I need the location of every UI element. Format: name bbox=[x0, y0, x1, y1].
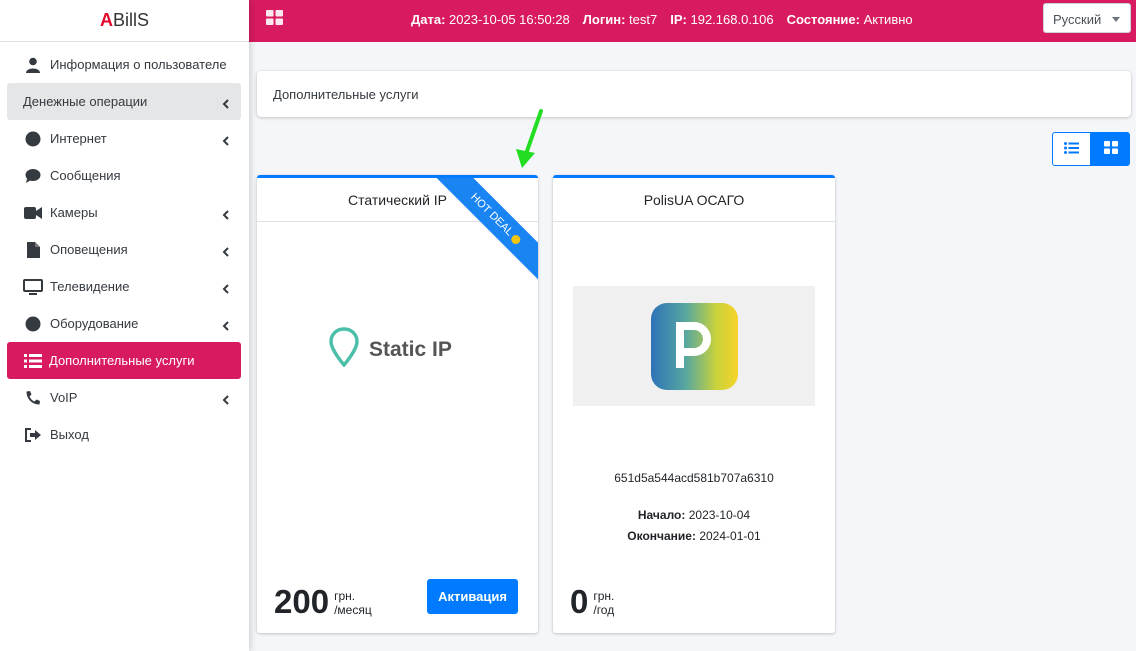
chevron-left-icon bbox=[222, 245, 229, 260]
top-navbar: Дата: 2023-10-05 16:50:28 Логин: test7 IP:… bbox=[249, 0, 1136, 42]
video-icon bbox=[23, 203, 43, 223]
brand-accent: A bbox=[99, 10, 113, 30]
sidebar-item-label: Сообщения bbox=[50, 168, 121, 183]
session-info: Дата: 2023-10-05 16:50:28 Логин: test7 IP:… bbox=[411, 12, 913, 27]
language-select[interactable]: Русский bbox=[1043, 3, 1131, 33]
sidebar-item-logout[interactable]: Выход bbox=[0, 416, 249, 453]
language-value: Русский bbox=[1053, 12, 1102, 27]
list-view-button[interactable] bbox=[1052, 132, 1091, 166]
end-label: Окончание: bbox=[627, 529, 696, 543]
brand-rest: BillS bbox=[112, 10, 149, 30]
policy-start: Начало: 2023-10-04 bbox=[553, 508, 835, 522]
sidebar-item-voip[interactable]: VoIP bbox=[0, 379, 249, 416]
price-value: 200 bbox=[274, 583, 330, 620]
ip-label: IP: bbox=[670, 12, 687, 27]
price-unit: грн./год bbox=[593, 589, 614, 617]
period: /месяц bbox=[334, 603, 372, 617]
sidebar-item-equipment[interactable]: Оборудование bbox=[0, 305, 249, 342]
policy-end: Окончание: 2024-01-01 bbox=[553, 529, 835, 543]
sidebar-item-tv[interactable]: Телевидение bbox=[0, 268, 249, 305]
sidebar-item-label: Телевидение bbox=[50, 279, 130, 294]
start-value: 2023-10-04 bbox=[688, 508, 751, 522]
state-value: Активно bbox=[863, 12, 913, 27]
sidebar-nav: Информация о пользователе Денежные опера… bbox=[0, 42, 249, 453]
sidebar-item-label: Информация о пользователе bbox=[50, 57, 227, 72]
sidebar-item-messages[interactable]: Сообщения bbox=[0, 157, 249, 194]
sidebar-item-cameras[interactable]: Камеры bbox=[0, 194, 249, 231]
caret-down-icon bbox=[1112, 17, 1120, 22]
sidebar-item-user-info[interactable]: Информация о пользователе bbox=[0, 46, 249, 83]
login-label: Логин: bbox=[582, 12, 626, 27]
sidebar-item-internet[interactable]: Интернет bbox=[0, 120, 249, 157]
ip-value: 192.168.0.106 bbox=[690, 12, 774, 27]
chevron-left-icon bbox=[222, 97, 229, 112]
view-toggle bbox=[1052, 132, 1130, 166]
polisua-image bbox=[573, 286, 815, 406]
start-label: Начало: bbox=[637, 508, 686, 522]
sidebar-item-label: Выход bbox=[50, 427, 89, 442]
chevron-left-icon bbox=[222, 282, 229, 297]
page-title: Дополнительные услуги bbox=[273, 87, 419, 102]
brand-logo[interactable]: A BillS bbox=[0, 0, 249, 42]
date-value: 2023-10-05 16:50:28 bbox=[449, 12, 570, 27]
price-value: 0 bbox=[570, 583, 589, 620]
sidebar-item-label: Дополнительные услуги bbox=[49, 353, 195, 368]
chevron-left-icon bbox=[222, 393, 229, 408]
location-pin-icon bbox=[329, 327, 359, 373]
sidebar-item-notifications[interactable]: Оповещения bbox=[0, 231, 249, 268]
sidebar-item-label: Денежные операции bbox=[23, 94, 148, 109]
sidebar: A BillS Информация о пользователе Денежны… bbox=[0, 0, 249, 651]
static-ip-logo: Static IP bbox=[329, 327, 452, 373]
sidebar-item-label: Камеры bbox=[50, 205, 98, 220]
list-icon bbox=[23, 351, 43, 371]
logo-text: Static IP bbox=[369, 338, 452, 361]
circle-icon bbox=[23, 314, 43, 334]
chevron-left-icon bbox=[222, 319, 229, 334]
price-block: 200 грн./месяц bbox=[274, 583, 372, 620]
policy-id: 651d5a544acd581b707a6310 bbox=[614, 471, 774, 485]
sidebar-item-label: Оборудование bbox=[50, 316, 139, 331]
chevron-left-icon bbox=[222, 134, 229, 149]
card-title: PolisUA ОСАГО bbox=[553, 178, 835, 222]
globe-icon bbox=[23, 129, 43, 149]
activate-button[interactable]: Активация bbox=[427, 579, 518, 614]
phone-icon bbox=[23, 388, 43, 408]
page-header: Дополнительные услуги bbox=[257, 71, 1131, 117]
sidebar-item-label: Интернет bbox=[50, 131, 107, 146]
sidebar-item-money[interactable]: Денежные операции bbox=[7, 83, 241, 120]
sidebar-item-label: Оповещения bbox=[50, 242, 128, 257]
end-value: 2024-01-01 bbox=[699, 529, 761, 543]
monitor-icon bbox=[23, 277, 43, 297]
sidebar-item-extra-services[interactable]: Дополнительные услуги bbox=[7, 342, 241, 379]
price-unit: грн./месяц bbox=[334, 589, 372, 617]
currency: грн. bbox=[593, 589, 615, 603]
annotation-arrow-icon bbox=[512, 108, 546, 175]
file-icon bbox=[23, 240, 43, 260]
service-card-static-ip: Статический IP HOT DEAL Static IP 200 гр… bbox=[257, 175, 538, 633]
grid-view-button[interactable] bbox=[1091, 132, 1130, 166]
sidebar-item-label: VoIP bbox=[50, 390, 78, 405]
price-block: 0 грн./год bbox=[570, 583, 614, 620]
list-icon bbox=[1064, 141, 1079, 157]
state-label: Состояние: bbox=[786, 12, 860, 27]
comment-icon bbox=[23, 166, 43, 186]
user-icon bbox=[23, 55, 43, 75]
service-card-polisua: PolisUA ОСАГО 651d5a544acd581b707a6310 Н… bbox=[553, 175, 835, 633]
grid-menu-icon[interactable] bbox=[266, 10, 283, 28]
sign-out-icon bbox=[23, 425, 43, 445]
polisua-logo bbox=[650, 302, 738, 390]
fire-icon bbox=[510, 233, 523, 246]
currency: грн. bbox=[334, 589, 356, 603]
grid-icon bbox=[1103, 141, 1118, 157]
login-value: test7 bbox=[629, 12, 658, 27]
chevron-left-icon bbox=[222, 208, 229, 223]
date-label: Дата: bbox=[411, 12, 446, 27]
period: /год bbox=[593, 603, 615, 617]
